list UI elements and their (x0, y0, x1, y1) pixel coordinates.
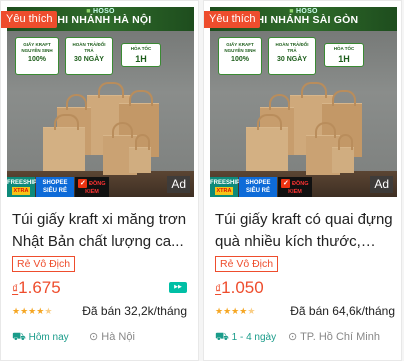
star-icon: ★ (215, 306, 224, 316)
product-card[interactable]: ■ HOSO CHI NHÁNH SÀI GÒN GIẤY KRAFT NGUY… (203, 0, 402, 361)
badge-kraft: GIẤY KRAFT NGUYÊN SINH 100% (15, 37, 59, 75)
shopee-sieure-badge: SHOPEE SIÊU RẺ (239, 177, 277, 197)
sold-count: Đã bán 64,6k/tháng (290, 304, 395, 318)
shipping-info: ⛟ Hôm nay (12, 331, 69, 343)
image-badges: GIẤY KRAFT NGUYÊN SINH 100% HOÀN TRẢ/ĐỔI… (210, 37, 397, 77)
badge-express: HỎA TỐC 1H (324, 43, 364, 67)
product-price: ₫1.675 (12, 277, 61, 300)
rating-stars: ★★★★★ (12, 306, 52, 317)
favorite-badge: Yêu thích (204, 11, 261, 28)
freeship-badge: FREESHIP XTRA (7, 177, 37, 197)
price-value: 1.675 (18, 278, 61, 297)
promo-tag: Rẻ Vô Địch (215, 256, 279, 272)
dong-kiem-badge: ✓ ĐỒNG KIỂM (75, 177, 109, 197)
badge-return: HOÀN TRẢ/ĐỔI TRẢ 30 NGÀY (65, 37, 113, 75)
badge-kraft: GIẤY KRAFT NGUYÊN SINH 100% (218, 37, 262, 75)
promo-strip: FREESHIP XTRA SHOPEE SIÊU RẺ ✓ ĐỒNG KIỂM (7, 177, 109, 197)
shipping-info: ⛟ 1 - 4 ngày (215, 331, 277, 343)
location: ⊙ Hà Nội (89, 331, 135, 343)
badge-express: HỎA TỐC 1H (121, 43, 161, 67)
location-pin-icon: ⊙ (89, 331, 99, 343)
truck-icon: ▶▶ (169, 282, 187, 293)
star-half-icon: ★ (44, 306, 53, 316)
rating-stars: ★★★★★ (215, 306, 255, 317)
bag-illustration (332, 134, 354, 173)
favorite-badge: Yêu thích (1, 11, 58, 28)
shopee-sieure-badge: SHOPEE SIÊU RẺ (36, 177, 74, 197)
product-card[interactable]: ■ HOSO CHI NHÁNH HÀ NỘI GIẤY KRAFT NGUYÊ… (0, 0, 199, 361)
star-half-icon: ★ (247, 306, 256, 316)
star-icon: ★ (223, 306, 232, 316)
bag-illustration (246, 114, 288, 171)
product-price: ₫1.050 (215, 277, 264, 300)
image-badges: GIẤY KRAFT NGUYÊN SINH 100% HOÀN TRẢ/ĐỔI… (7, 37, 194, 77)
product-title[interactable]: Túi giấy kraft xi măng trơn Nhật Bản chấ… (12, 209, 190, 253)
check-icon: ✓ (78, 179, 88, 188)
star-icon: ★ (12, 306, 21, 316)
promo-strip: FREESHIP XTRA SHOPEE SIÊU RẺ ✓ ĐỒNG KIỂM (210, 177, 312, 197)
promo-tag: Rẻ Vô Địch (12, 256, 76, 272)
product-image[interactable]: ■ HOSO CHI NHÁNH SÀI GÒN GIẤY KRAFT NGUY… (210, 7, 397, 197)
product-image[interactable]: ■ HOSO CHI NHÁNH HÀ NỘI GIẤY KRAFT NGUYÊ… (7, 7, 194, 197)
check-icon: ✓ (281, 179, 291, 188)
bag-illustration (43, 114, 85, 171)
bag-illustration (129, 134, 151, 173)
dong-kiem-badge: ✓ ĐỒNG KIỂM (278, 177, 312, 197)
fast-delivery-icon: ⛟ (215, 331, 229, 343)
fast-delivery-icon: ⛟ (12, 331, 26, 343)
badge-return: HOÀN TRẢ/ĐỔI TRẢ 30 NGÀY (268, 37, 316, 75)
ad-badge: Ad (370, 176, 393, 193)
star-icon: ★ (20, 306, 29, 316)
location-pin-icon: ⊙ (288, 331, 298, 343)
product-title[interactable]: Túi giấy kraft có quai đựng quà nhiều kí… (215, 209, 393, 253)
location: ⊙ TP. Hồ Chí Minh (288, 331, 380, 343)
price-value: 1.050 (221, 278, 264, 297)
sold-count: Đã bán 32,2k/tháng (82, 304, 187, 318)
ad-badge: Ad (167, 176, 190, 193)
freeship-badge: FREESHIP XTRA (210, 177, 240, 197)
